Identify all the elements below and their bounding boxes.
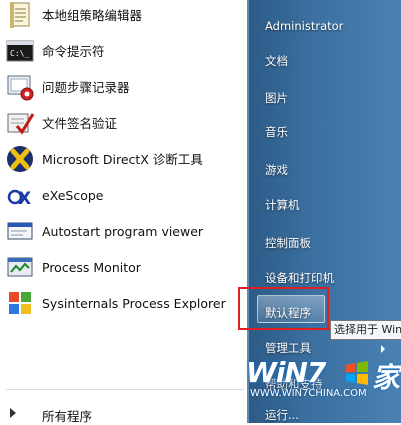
program-item-process-monitor[interactable]: Process Monitor xyxy=(0,250,247,286)
program-item-process-explorer[interactable]: Sysinternals Process Explorer xyxy=(0,286,247,322)
control-panel-link[interactable]: 控制面板 xyxy=(265,235,311,251)
run-link[interactable]: 运行... xyxy=(265,407,299,423)
program-label: Microsoft DirectX 诊断工具 xyxy=(42,152,203,167)
watermark-suffix: 家 xyxy=(372,361,400,394)
program-label: Process Monitor xyxy=(42,260,141,275)
command-prompt-icon: C:\_ xyxy=(5,36,35,66)
program-label: 本地组策略编辑器 xyxy=(42,8,143,23)
autostart-viewer-icon xyxy=(5,216,35,246)
computer-link[interactable]: 计算机 xyxy=(265,197,300,213)
watermark-url: WWW.WIN7CHINA.COM xyxy=(250,388,367,399)
process-explorer-icon xyxy=(5,288,35,318)
devices-printers-link[interactable]: 设备和打印机 xyxy=(265,270,334,286)
arrow-right-icon xyxy=(10,408,16,418)
svg-text:X: X xyxy=(18,189,31,209)
tooltip: 选择用于 Windows xyxy=(330,320,401,340)
program-label: Autostart program viewer xyxy=(42,224,204,239)
annotation-highlight-box xyxy=(238,287,329,330)
user-name-link[interactable]: Administrator xyxy=(265,19,343,33)
programs-pane: 本地组策略编辑器 C:\_ 命令提示符 问题步骤记录器 文件签名验证 Micro… xyxy=(0,0,247,424)
documents-link[interactable]: 文档 xyxy=(265,53,288,69)
program-item-exescope[interactable]: X eXeScope xyxy=(0,178,247,214)
program-label: 问题步骤记录器 xyxy=(42,80,130,95)
program-item-autostart-viewer[interactable]: Autostart program viewer xyxy=(0,214,247,250)
divider xyxy=(6,389,244,390)
all-programs-button[interactable]: 所有程序 xyxy=(0,400,247,424)
games-link[interactable]: 游戏 xyxy=(265,162,288,178)
program-item-signature-verify[interactable]: 文件签名验证 xyxy=(0,106,247,142)
program-label: 命令提示符 xyxy=(42,44,105,59)
process-monitor-icon xyxy=(5,252,35,282)
watermark: WiN7 家 WWW.WIN7CHINA.COM xyxy=(244,352,401,404)
program-label: Sysinternals Process Explorer xyxy=(42,296,226,311)
exescope-icon: X xyxy=(5,180,35,210)
all-programs-label: 所有程序 xyxy=(42,409,93,424)
svg-text:C:\_: C:\_ xyxy=(10,49,29,58)
pictures-link[interactable]: 图片 xyxy=(265,90,288,106)
signature-verify-icon xyxy=(5,108,35,138)
steps-recorder-icon xyxy=(5,72,35,102)
policy-editor-icon xyxy=(5,0,35,30)
program-item-steps-recorder[interactable]: 问题步骤记录器 xyxy=(0,70,247,106)
program-label: eXeScope xyxy=(42,188,104,203)
program-item-directx[interactable]: Microsoft DirectX 诊断工具 xyxy=(0,142,247,178)
directx-icon xyxy=(5,144,35,174)
music-link[interactable]: 音乐 xyxy=(265,124,288,140)
program-label: 文件签名验证 xyxy=(42,116,118,131)
program-item-command-prompt[interactable]: C:\_ 命令提示符 xyxy=(0,34,247,70)
windows-flag-icon xyxy=(346,361,368,385)
watermark-brand: WiN7 xyxy=(246,356,326,389)
program-item-policy-editor[interactable]: 本地组策略编辑器 xyxy=(0,0,247,34)
